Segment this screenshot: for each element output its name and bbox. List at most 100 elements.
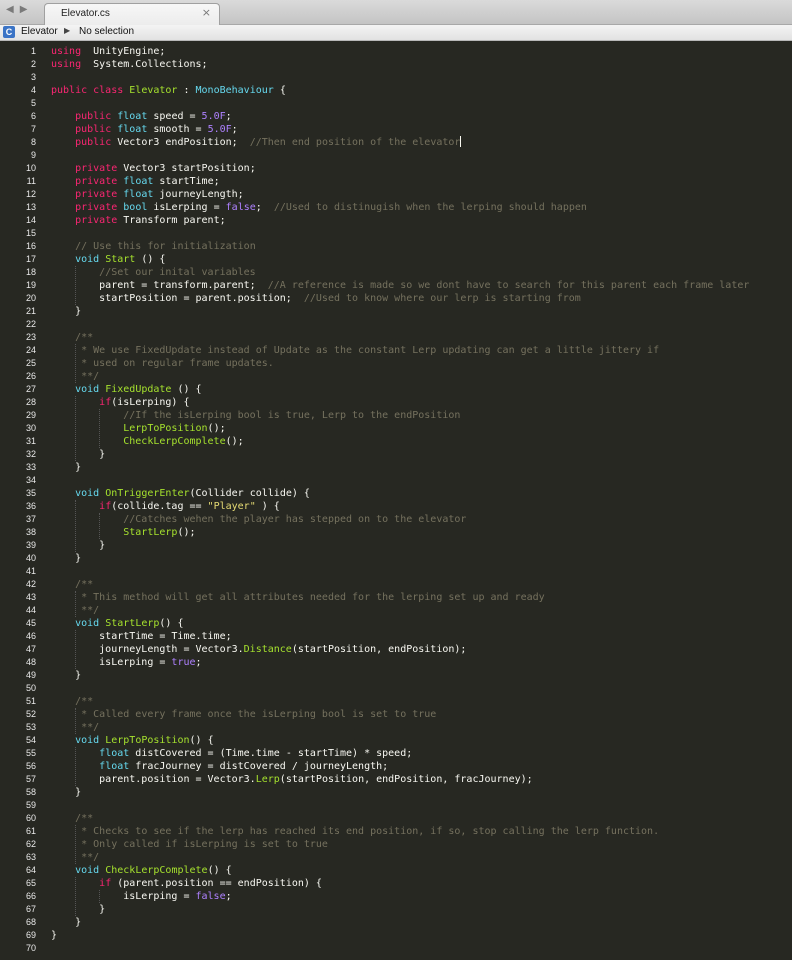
breadcrumb-selection[interactable]: No selection xyxy=(79,26,134,37)
code-text[interactable]: parent = transform.parent; //A reference… xyxy=(51,279,749,292)
code-line[interactable]: 48 isLerping = true; xyxy=(0,656,792,669)
code-text[interactable]: private bool isLerping = false; //Used t… xyxy=(51,201,587,214)
code-line[interactable]: 10 private Vector3 startPosition; xyxy=(0,162,792,175)
code-line[interactable]: 51 /** xyxy=(0,695,792,708)
code-text[interactable]: void Start () { xyxy=(51,253,165,266)
code-line[interactable]: 69} xyxy=(0,929,792,942)
code-line[interactable]: 67 } xyxy=(0,903,792,916)
code-line[interactable]: 60 /** xyxy=(0,812,792,825)
code-line[interactable]: 3 xyxy=(0,71,792,84)
code-text[interactable]: float distCovered = (Time.time - startTi… xyxy=(51,747,412,760)
code-text[interactable]: journeyLength = Vector3.Distance(startPo… xyxy=(51,643,466,656)
code-text[interactable]: } xyxy=(51,916,81,929)
code-line[interactable]: 13 private bool isLerping = false; //Use… xyxy=(0,201,792,214)
code-line[interactable]: 57 parent.position = Vector3.Lerp(startP… xyxy=(0,773,792,786)
code-line[interactable]: 22 xyxy=(0,318,792,331)
code-line[interactable]: 42 /** xyxy=(0,578,792,591)
code-text[interactable]: void StartLerp() { xyxy=(51,617,183,630)
code-line[interactable]: 15 xyxy=(0,227,792,240)
code-line[interactable]: 70 xyxy=(0,942,792,955)
code-text[interactable]: startPosition = parent.position; //Used … xyxy=(51,292,581,305)
code-line[interactable]: 55 float distCovered = (Time.time - star… xyxy=(0,747,792,760)
code-line[interactable]: 50 xyxy=(0,682,792,695)
code-line[interactable]: 45 void StartLerp() { xyxy=(0,617,792,630)
code-text[interactable]: } xyxy=(51,929,57,942)
code-line[interactable]: 41 xyxy=(0,565,792,578)
code-line[interactable]: 26 **/ xyxy=(0,370,792,383)
code-text[interactable]: } xyxy=(51,669,81,682)
history-nav[interactable]: ◀▶ xyxy=(6,4,36,18)
file-tab[interactable]: Elevator.cs × xyxy=(44,3,220,25)
code-line[interactable]: 25 * used on regular frame updates. xyxy=(0,357,792,370)
code-text[interactable]: private Transform parent; xyxy=(51,214,226,227)
code-text[interactable]: startTime = Time.time; xyxy=(51,630,231,643)
code-line[interactable]: 46 startTime = Time.time; xyxy=(0,630,792,643)
code-line[interactable]: 65 if (parent.position == endPosition) { xyxy=(0,877,792,890)
code-line[interactable]: 44 **/ xyxy=(0,604,792,617)
code-line[interactable]: 31 CheckLerpComplete(); xyxy=(0,435,792,448)
code-line[interactable]: 63 **/ xyxy=(0,851,792,864)
code-text[interactable]: //If the isLerping bool is true, Lerp to… xyxy=(51,409,460,422)
code-line[interactable]: 1 using UnityEngine; xyxy=(0,45,792,58)
code-text[interactable]: /** xyxy=(51,331,93,344)
code-line[interactable]: 29 //If the isLerping bool is true, Lerp… xyxy=(0,409,792,422)
code-line[interactable]: 19 parent = transform.parent; //A refere… xyxy=(0,279,792,292)
code-line[interactable]: 32 } xyxy=(0,448,792,461)
code-text[interactable]: public class Elevator : MonoBehaviour { xyxy=(51,84,286,97)
code-text[interactable]: isLerping = true; xyxy=(51,656,201,669)
code-text[interactable]: void OnTriggerEnter(Collider collide) { xyxy=(51,487,310,500)
code-line[interactable]: 2 using System.Collections; xyxy=(0,58,792,71)
code-text[interactable]: } xyxy=(51,461,81,474)
forward-arrow-icon[interactable]: ▶ xyxy=(20,4,34,15)
code-text[interactable]: //Catches wehen the player has stepped o… xyxy=(51,513,466,526)
code-line[interactable]: 56 float fracJourney = distCovered / jou… xyxy=(0,760,792,773)
code-text[interactable]: parent.position = Vector3.Lerp(startPosi… xyxy=(51,773,533,786)
code-text[interactable]: private float journeyLength; xyxy=(51,188,244,201)
code-text[interactable]: } xyxy=(51,552,81,565)
code-line[interactable]: 40 } xyxy=(0,552,792,565)
code-line[interactable]: 47 journeyLength = Vector3.Distance(star… xyxy=(0,643,792,656)
code-line[interactable]: 52 * Called every frame once the isLerpi… xyxy=(0,708,792,721)
code-text[interactable]: float fracJourney = distCovered / journe… xyxy=(51,760,388,773)
code-line[interactable]: 54 void LerpToPosition() { xyxy=(0,734,792,747)
code-line[interactable]: 43 * This method will get all attributes… xyxy=(0,591,792,604)
code-line[interactable]: 7 public float smooth = 5.0F; xyxy=(0,123,792,136)
code-text[interactable]: private Vector3 startPosition; xyxy=(51,162,256,175)
code-line[interactable]: 30 LerpToPosition(); xyxy=(0,422,792,435)
code-line[interactable]: 17 void Start () { xyxy=(0,253,792,266)
code-text[interactable]: CheckLerpComplete(); xyxy=(51,435,243,448)
code-text[interactable]: * Checks to see if the lerp has reached … xyxy=(51,825,659,838)
code-line[interactable]: 20 startPosition = parent.position; //Us… xyxy=(0,292,792,305)
code-text[interactable]: * We use FixedUpdate instead of Update a… xyxy=(51,344,659,357)
code-line[interactable]: 62 * Only called if isLerping is set to … xyxy=(0,838,792,851)
code-line[interactable]: 37 //Catches wehen the player has steppe… xyxy=(0,513,792,526)
code-text[interactable]: * Called every frame once the isLerping … xyxy=(51,708,436,721)
code-line[interactable]: 39 } xyxy=(0,539,792,552)
code-line[interactable]: 53 **/ xyxy=(0,721,792,734)
code-text[interactable]: void FixedUpdate () { xyxy=(51,383,201,396)
back-arrow-icon[interactable]: ◀ xyxy=(6,4,20,15)
code-line[interactable]: 4 public class Elevator : MonoBehaviour { xyxy=(0,84,792,97)
code-text[interactable]: } xyxy=(51,539,105,552)
code-line[interactable]: 14 private Transform parent; xyxy=(0,214,792,227)
code-text[interactable]: // Use this for initialization xyxy=(51,240,256,253)
code-text[interactable]: * This method will get all attributes ne… xyxy=(51,591,545,604)
code-line[interactable]: 27 void FixedUpdate () { xyxy=(0,383,792,396)
code-text[interactable]: } xyxy=(51,448,105,461)
code-line[interactable]: 23 /** xyxy=(0,331,792,344)
code-text[interactable]: } xyxy=(51,786,81,799)
code-line[interactable]: 68 } xyxy=(0,916,792,929)
code-line[interactable]: 66 isLerping = false; xyxy=(0,890,792,903)
code-line[interactable]: 21 } xyxy=(0,305,792,318)
code-text[interactable]: if (parent.position == endPosition) { xyxy=(51,877,322,890)
code-line[interactable]: 24 * We use FixedUpdate instead of Updat… xyxy=(0,344,792,357)
code-line[interactable]: 34 xyxy=(0,474,792,487)
code-line[interactable]: 12 private float journeyLength; xyxy=(0,188,792,201)
code-text[interactable]: public float smooth = 5.0F; xyxy=(51,123,238,136)
code-text[interactable]: using UnityEngine; xyxy=(51,45,165,58)
code-line[interactable]: 59 xyxy=(0,799,792,812)
code-line[interactable]: 28 if(isLerping) { xyxy=(0,396,792,409)
code-editor[interactable]: 1 using UnityEngine; 2 using System.Collect… xyxy=(0,41,792,960)
breadcrumb-file[interactable]: Elevator xyxy=(21,26,58,37)
code-text[interactable]: if(collide.tag == "Player" ) { xyxy=(51,500,280,513)
